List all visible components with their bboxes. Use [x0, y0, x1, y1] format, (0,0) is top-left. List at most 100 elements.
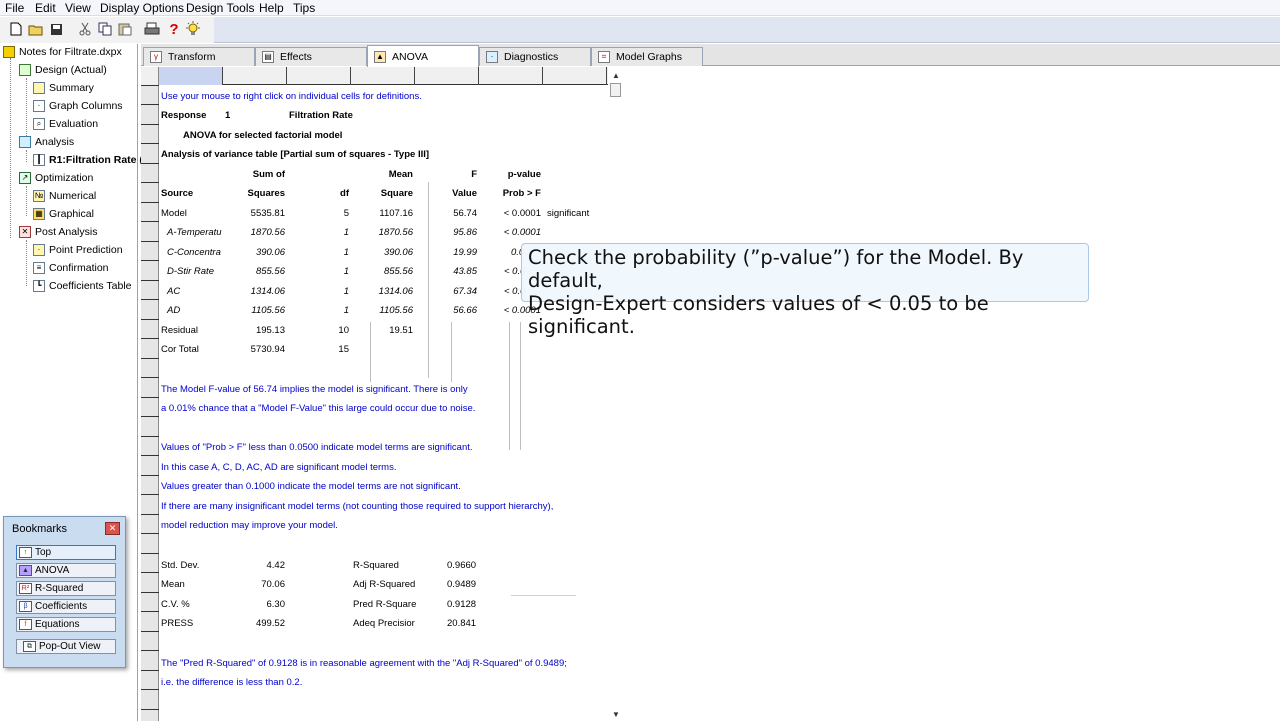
tree-item-response[interactable]: ┃ R1:Filtration Rate (	[33, 152, 143, 168]
stat-label: Adj R-Squared	[353, 579, 416, 590]
new-file-icon[interactable]	[8, 21, 24, 37]
column-header[interactable]	[159, 67, 223, 85]
response-number: 1	[225, 110, 231, 121]
tab-transform[interactable]: γ Transform	[143, 47, 255, 66]
divider	[511, 595, 576, 596]
cut-icon[interactable]	[77, 21, 93, 37]
column-header[interactable]	[351, 67, 415, 85]
row-df: 1	[343, 247, 349, 258]
tab-model-graphs[interactable]: ⌗ Model Graphs	[591, 47, 703, 66]
popout-view-button[interactable]: ⧉ Pop-Out View	[16, 639, 116, 654]
column-header[interactable]	[287, 67, 351, 85]
header-value: Value	[452, 188, 477, 199]
column-header[interactable]	[479, 67, 543, 85]
tree-root[interactable]: Notes for Filtrate.dxpx	[3, 44, 122, 60]
menu-bar: File Edit View Display Options Design To…	[0, 0, 1280, 16]
row-df: 1	[343, 305, 349, 316]
row-divider	[141, 358, 159, 359]
row-f: 19.99	[453, 247, 477, 258]
paste-icon[interactable]	[117, 21, 133, 37]
row-divider	[141, 280, 159, 281]
tree-item-evaluation[interactable]: ⌕ Evaluation	[33, 116, 98, 132]
menu-view[interactable]: View	[65, 1, 91, 15]
column-header[interactable]	[415, 67, 479, 85]
row-divider	[141, 533, 159, 534]
tree-item-label: Numerical	[49, 190, 97, 202]
row-significance: significant	[547, 208, 590, 219]
close-icon[interactable]: ✕	[105, 522, 120, 535]
tree-item-label: Post Analysis	[35, 226, 98, 238]
column-header[interactable]	[543, 67, 607, 85]
menu-edit[interactable]: Edit	[35, 1, 56, 15]
copy-icon[interactable]	[97, 21, 113, 37]
stat-value: 0.9128	[447, 599, 477, 610]
confirmation-icon: ≡	[33, 262, 45, 274]
row-divider	[141, 416, 159, 417]
equation-icon: f	[19, 619, 32, 630]
tree-root-label: Notes for Filtrate.dxpx	[19, 46, 122, 58]
tree-connector	[26, 240, 27, 286]
scroll-up-icon[interactable]: ▲	[612, 71, 620, 80]
bookmark-equations[interactable]: f Equations	[16, 617, 116, 632]
graphical-icon: ▦	[33, 208, 45, 220]
tab-anova[interactable]: ▲ ANOVA	[367, 45, 479, 67]
menu-tips[interactable]: Tips	[293, 1, 315, 15]
menu-help[interactable]: Help	[259, 1, 284, 15]
magnifier-icon: ⌕	[33, 118, 45, 130]
header-df: df	[340, 188, 349, 199]
tree-item-label: Summary	[49, 82, 94, 94]
tree-item-optimization[interactable]: ↗ Optimization	[19, 170, 93, 186]
header-square: Square	[380, 188, 413, 199]
bookmark-coefficients[interactable]: β Coefficients	[16, 599, 116, 614]
tree-item-numerical[interactable]: № Numerical	[33, 188, 96, 204]
row-divider	[141, 709, 159, 710]
print-icon[interactable]	[144, 21, 160, 37]
tree-item-point-prediction[interactable]: · Point Prediction	[33, 242, 123, 258]
stat-label: Pred R-Square	[353, 599, 417, 610]
row-divider	[141, 650, 159, 651]
row-divider	[141, 572, 159, 573]
tab-effects[interactable]: ▤ Effects	[255, 47, 367, 66]
bookmark-r-squared[interactable]: R² R-Squared	[16, 581, 116, 596]
header-source: Source	[161, 188, 194, 199]
stat-value: 0.9660	[447, 560, 477, 571]
menu-design-tools[interactable]: Design Tools	[186, 1, 254, 15]
tip-bulb-icon[interactable]	[185, 21, 201, 37]
row-divider	[141, 631, 159, 632]
stat-label: Mean	[161, 579, 185, 590]
row-divider	[141, 241, 159, 242]
column-header[interactable]	[223, 67, 287, 85]
tree-item-graphical[interactable]: ▦ Graphical	[33, 206, 94, 222]
tree-item-graph-columns[interactable]: · Graph Columns	[33, 98, 123, 114]
tree-item-coefficients-table[interactable]: ┗ Coefficients Table	[33, 278, 132, 294]
row-p: < 0.0001	[503, 208, 541, 219]
scroll-thumb[interactable]	[610, 83, 621, 97]
row-divider	[141, 670, 159, 671]
bookmark-top[interactable]: ↑ Top	[16, 545, 116, 560]
tree-item-post-analysis[interactable]: ✕ Post Analysis	[19, 224, 97, 240]
save-icon[interactable]	[48, 21, 64, 37]
scroll-down-icon[interactable]: ▼	[612, 710, 620, 719]
row-ss: 1314.06	[250, 286, 285, 297]
row-f: 67.34	[453, 286, 477, 297]
tab-diagnostics[interactable]: · Diagnostics	[479, 47, 591, 66]
help-icon[interactable]: ?	[166, 21, 182, 38]
open-folder-icon[interactable]	[28, 21, 44, 37]
column-headers	[159, 67, 608, 85]
tree-item-summary[interactable]: Summary	[33, 80, 94, 96]
menu-display-options[interactable]: Display Options	[100, 1, 184, 15]
menu-file[interactable]: File	[5, 1, 24, 15]
tree-item-design[interactable]: Design (Actual)	[19, 62, 107, 78]
tree-item-confirmation[interactable]: ≡ Confirmation	[33, 260, 109, 276]
header-prob-f: Prob > F	[502, 188, 541, 199]
row-divider	[141, 104, 159, 105]
bookmark-anova[interactable]: ▲ ANOVA	[16, 563, 116, 578]
vertical-scrollbar[interactable]: ▲ ▼	[608, 67, 623, 721]
callout-line: Design-Expert considers values of < 0.05…	[528, 292, 989, 338]
numerical-icon: №	[33, 190, 45, 202]
tree-item-analysis[interactable]: Analysis	[19, 134, 74, 150]
tree-item-label: Confirmation	[49, 262, 109, 274]
row-df: 5	[343, 208, 349, 219]
row-ss: 195.13	[255, 325, 285, 336]
row-f: 56.66	[453, 305, 477, 316]
